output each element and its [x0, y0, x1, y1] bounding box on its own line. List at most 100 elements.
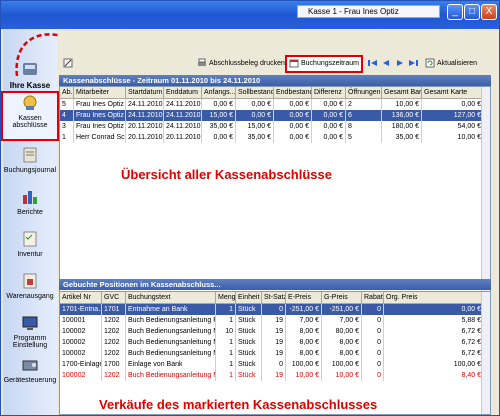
table-cell: 10 — [216, 326, 236, 337]
table-cell: 1202 — [102, 326, 126, 337]
column-header: Artikel Nr — [60, 292, 102, 303]
table-cell: 0 — [362, 315, 384, 326]
table-cell: 35,00 € — [236, 132, 274, 143]
first-record-icon[interactable] — [367, 57, 381, 71]
table-row[interactable]: 1700-Einlage 1700 Einlage von Bank 1 Stück 0 1… — [60, 359, 490, 370]
previous-record-icon[interactable] — [381, 57, 393, 71]
column-header: Enddatum — [164, 87, 202, 98]
sidebar-item-programm-einstellung[interactable]: Programm Einstellung — [3, 313, 57, 349]
table-cell: 6,72 € — [384, 326, 484, 337]
table-cell: Entnahme an Bank — [126, 304, 216, 315]
print-closing-button[interactable]: Abschlussbeleg drucken — [197, 57, 285, 71]
table-cell: 6,72 € — [384, 348, 484, 359]
table-cell: 1701-Entna... — [62, 304, 102, 315]
table-cell: 180,00 € — [382, 121, 422, 132]
sidebar-item-buchungsjournal[interactable]: Buchungsjournal — [3, 145, 57, 174]
journal-icon — [23, 147, 37, 163]
close-button[interactable]: X — [481, 4, 497, 20]
table-cell: 6 — [346, 110, 382, 121]
table-row[interactable]: 100002 1202 Buch Bedienungsanleitung M 1 Stü… — [60, 348, 490, 359]
table-cell: Buch Bedienungsanleitung M — [128, 348, 216, 359]
table-row[interactable]: 5 Frau Ines Optiz 24.11.2010 24.11.2010 0,00… — [60, 99, 490, 110]
table-cell: 0,00 € — [202, 132, 236, 143]
table-row[interactable]: 4 Frau Ines Optiz 24.11.2010 24.11.2010 15,0… — [60, 110, 490, 121]
table-cell: 0,00 € — [202, 99, 236, 110]
goods-out-icon — [23, 273, 37, 289]
table-cell: 1 — [216, 337, 236, 348]
table-row[interactable]: 100002 1202 Buch Bedienungsanleitung M 1 Stü… — [60, 370, 490, 381]
table-header-row[interactable]: Artikel NrGVCBuchungstextMengeEinheitSt-… — [60, 292, 490, 304]
column-header: Anfangs... — [204, 87, 236, 98]
next-record-icon[interactable] — [395, 57, 407, 71]
last-record-icon[interactable] — [407, 57, 421, 71]
table-cell: 8,00 € — [322, 348, 362, 359]
annotation-closings-overview: Übersicht aller Kassenabschlüsse — [121, 167, 332, 182]
table-cell: 19 — [262, 326, 286, 337]
table-cell: 5 — [60, 99, 74, 110]
table-cell: 5 — [346, 132, 382, 143]
table-cell: 4 — [60, 110, 74, 121]
closings-table-scrollbar[interactable] — [481, 87, 490, 295]
printer-icon — [198, 58, 206, 67]
table-header-row[interactable]: Ab...MitarbeiterStartdatumEnddatumAnfang… — [60, 87, 490, 99]
minimize-button[interactable]: _ — [447, 4, 463, 20]
table-row[interactable]: 3 Frau Ines Optiz 20.11.2010 24.11.2010 35,0… — [60, 121, 490, 132]
table-cell: Stück — [236, 326, 262, 337]
table-row[interactable]: 100002 1202 Buch Bedienungsanleitung M 10 St… — [60, 326, 490, 337]
table-cell: 1 — [216, 370, 236, 381]
sidebar-item-geraetesteuerung[interactable]: Gerätesteuerung — [3, 355, 57, 384]
column-header: Gesamt Bar — [384, 87, 422, 98]
table-row[interactable]: 100002 1202 Buch Bedienungsanleitung M 1 Stü… — [60, 337, 490, 348]
toolbar: Abschlussbeleg drucken Buchungszeitraum … — [59, 55, 499, 73]
table-cell: 1 — [216, 304, 236, 315]
positions-table-scrollbar[interactable] — [481, 292, 490, 414]
table-cell: 8,00 € — [322, 337, 362, 348]
table-cell: 7,00 € — [322, 315, 362, 326]
closings-table: Ab...MitarbeiterStartdatumEnddatumAnfang… — [59, 86, 491, 296]
table-cell: 24.11.2010 — [128, 110, 164, 121]
sidebar-item-kassenabschluesse[interactable]: Kassen abschlüsse — [1, 91, 59, 141]
table-cell: 0,00 € — [422, 99, 484, 110]
table-cell: 0,00 € — [274, 132, 312, 143]
maximize-button[interactable]: □ — [464, 4, 480, 20]
table-cell: 100002 — [60, 326, 102, 337]
table-cell: 0,00 € — [274, 99, 312, 110]
table-row[interactable]: 1 Herr Conrad Sc... 20.11.2010 20.11.2010 0,… — [60, 132, 490, 143]
table-cell: Stück — [236, 348, 262, 359]
table-cell: 1700-Einlage — [62, 359, 102, 370]
table-cell: 2 — [346, 99, 382, 110]
table-cell: 1 — [216, 359, 236, 370]
table-cell: 19 — [262, 337, 286, 348]
column-header: Startdatum — [128, 87, 164, 98]
booking-period-button[interactable]: Buchungszeitraum — [285, 55, 363, 73]
table-cell: 20.11.2010 — [128, 132, 164, 143]
column-header: E-Preis — [286, 292, 322, 303]
table-cell: 0 — [362, 359, 384, 370]
table-cell: 35,00 € — [382, 132, 422, 143]
table-cell: 19 — [262, 370, 286, 381]
cash-register-icon — [23, 95, 37, 110]
table-row[interactable]: 100001 1202 Buch Bedienungsanleitung F 1 Stü… — [60, 315, 490, 326]
table-cell: 24.11.2010 — [166, 110, 202, 121]
table-cell: 0,00 € — [274, 110, 312, 121]
column-header: G-Preis — [322, 292, 362, 303]
column-header: Gesamt Karte — [422, 87, 484, 98]
table-row[interactable]: 1701-Entna... 1701 Entnahme an Bank 1 Stück 0… — [60, 304, 490, 315]
table-cell: 1701 — [102, 304, 126, 315]
sidebar: Ihre Kasse Kassen abschlüsse Buchungsjou… — [1, 29, 59, 415]
column-header: Ab... — [62, 87, 74, 98]
table-cell: 136,00 € — [382, 110, 422, 121]
sidebar-item-inventur[interactable]: Inventur — [3, 229, 57, 258]
table-cell: Buch Bedienungsanleitung M — [128, 326, 216, 337]
sidebar-item-warenausgang[interactable]: Warenausgang — [3, 271, 57, 300]
sidebar-item-berichte[interactable]: Berichte — [3, 187, 57, 216]
table-cell: 10,00 € — [422, 132, 484, 143]
edit-icon[interactable] — [63, 57, 75, 71]
refresh-button[interactable]: Aktualisieren — [425, 57, 477, 71]
column-header: Menge — [218, 292, 236, 303]
table-cell: 100,00 € — [322, 359, 362, 370]
table-cell: 100002 — [60, 370, 102, 381]
table-cell: -251,00 € — [286, 304, 322, 315]
table-cell: 1202 — [102, 370, 126, 381]
table-cell: 80,00 € — [322, 326, 362, 337]
